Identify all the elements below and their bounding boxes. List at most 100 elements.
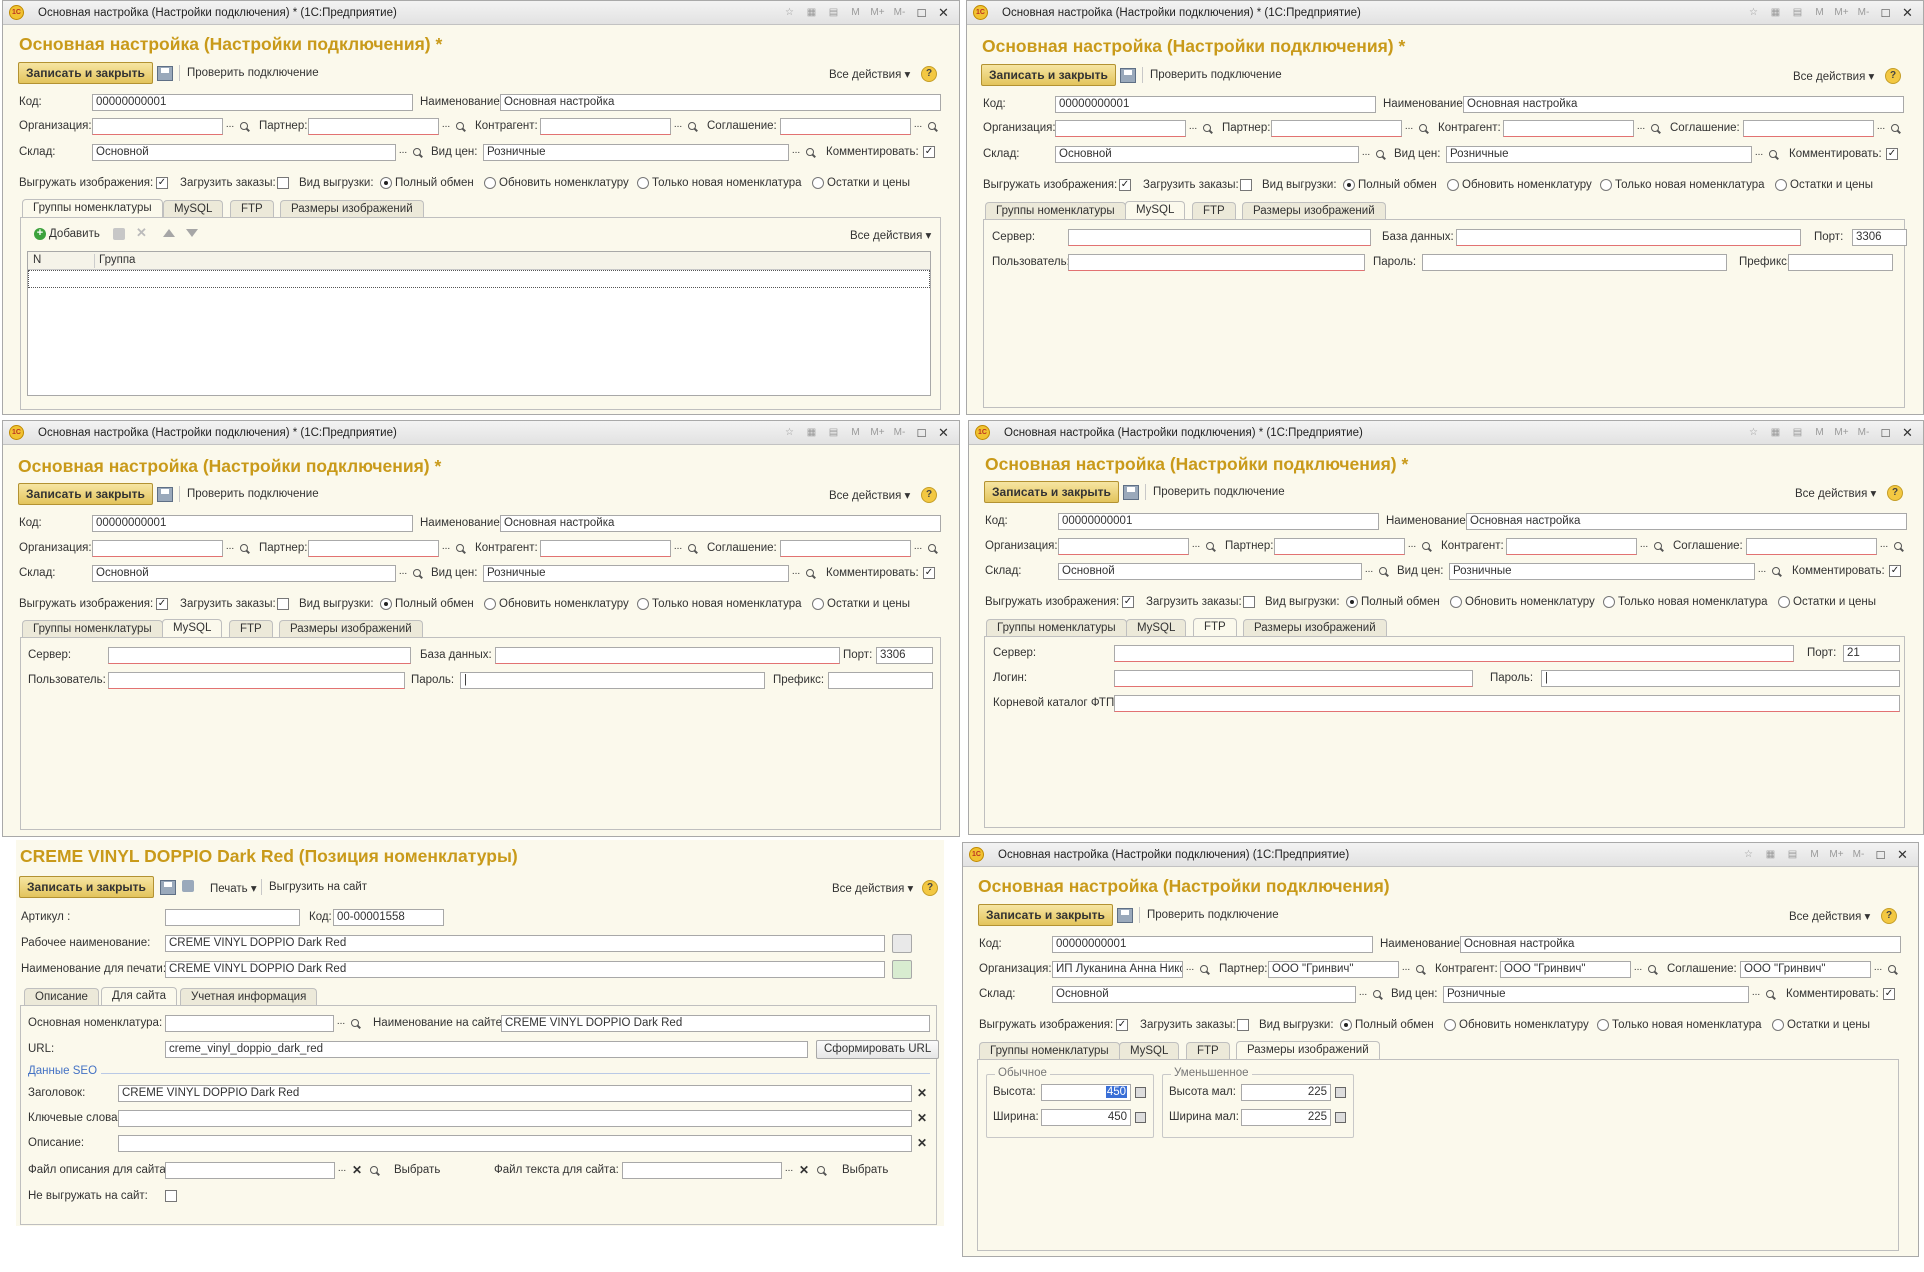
name-field[interactable]: Основная настройка <box>1460 936 1901 953</box>
org-field[interactable] <box>1058 538 1189 555</box>
counterparty-search-icon[interactable] <box>1647 964 1659 976</box>
memory-plus-button[interactable]: M+ <box>1832 427 1851 438</box>
radio-new-items[interactable] <box>1603 596 1615 608</box>
password-field[interactable]: | <box>1541 670 1900 687</box>
height-small-field[interactable]: 225 <box>1241 1084 1331 1101</box>
agreement-select-button[interactable]: ... <box>911 119 925 135</box>
radio-stock-prices[interactable] <box>812 177 824 189</box>
keywords-clear-icon[interactable]: ✕ <box>917 1111 927 1125</box>
partner-field[interactable] <box>1271 120 1402 137</box>
partner-field[interactable] <box>308 540 439 557</box>
height-calculator-icon[interactable] <box>1135 1087 1146 1098</box>
agreement-select-button[interactable]: ... <box>1874 121 1888 137</box>
load-orders-checkbox[interactable] <box>1240 179 1252 191</box>
close-icon[interactable]: ✕ <box>1893 847 1912 863</box>
memory-minus-button[interactable]: M- <box>890 7 909 18</box>
agreement-field[interactable] <box>1743 120 1874 137</box>
org-select-button[interactable]: ... <box>223 119 237 135</box>
radio-stock-prices[interactable] <box>1772 1019 1784 1031</box>
agreement-search-icon[interactable] <box>927 121 939 133</box>
radio-update-items[interactable] <box>484 598 496 610</box>
all-actions-button[interactable]: Все действия ▾ <box>829 67 910 81</box>
move-up-icon[interactable] <box>163 229 175 237</box>
save-icon[interactable] <box>1123 485 1139 500</box>
desc-file-search-icon[interactable] <box>369 1165 381 1177</box>
calendar-icon[interactable]: ▤ <box>1783 849 1802 860</box>
load-orders-checkbox[interactable] <box>277 177 289 189</box>
height-small-calculator-icon[interactable] <box>1335 1087 1346 1098</box>
tab-mysql[interactable]: MySQL <box>1126 619 1187 637</box>
tab-image-sizes[interactable]: Размеры изображений <box>280 200 424 218</box>
name-field[interactable]: Основная настройка <box>500 94 941 111</box>
tab-accounting-info[interactable]: Учетная информация <box>180 988 318 1006</box>
radio-full-exchange[interactable] <box>1346 596 1358 608</box>
export-images-checkbox[interactable]: ✓ <box>1116 1019 1128 1031</box>
tab-groups[interactable]: Группы номенклатуры <box>979 1042 1120 1060</box>
partner-field[interactable] <box>308 118 439 135</box>
warehouse-search-icon[interactable] <box>1375 149 1387 161</box>
table-row[interactable] <box>28 270 930 288</box>
price-type-select-button[interactable]: ... <box>789 566 803 582</box>
main-nomenclature-select-button[interactable]: ... <box>334 1016 348 1032</box>
name-field[interactable]: Основная настройка <box>1466 513 1907 530</box>
comment-checkbox[interactable]: ✓ <box>923 146 935 158</box>
calculator-icon[interactable]: ▦ <box>802 7 821 18</box>
price-type-search-icon[interactable] <box>1765 989 1777 1001</box>
desc-file-clear-icon[interactable]: ✕ <box>352 1163 362 1177</box>
save-close-button[interactable]: Записать и закрыть <box>978 904 1113 926</box>
password-field[interactable]: | <box>460 672 765 689</box>
add-button[interactable]: Добавить <box>49 228 100 240</box>
tab-groups[interactable]: Группы номенклатуры <box>986 619 1127 637</box>
server-field[interactable] <box>108 647 411 664</box>
text-file-search-icon[interactable] <box>816 1165 828 1177</box>
warehouse-select-button[interactable]: ... <box>396 566 410 582</box>
width-calculator-icon[interactable] <box>1135 1112 1146 1123</box>
org-field[interactable] <box>92 118 223 135</box>
tab-groups[interactable]: Группы номенклатуры <box>22 620 163 638</box>
memory-minus-button[interactable]: M- <box>1854 427 1873 438</box>
favorites-icon[interactable]: ☆ <box>1744 427 1763 438</box>
counterparty-search-icon[interactable] <box>1653 541 1665 553</box>
save-icon[interactable] <box>157 487 173 502</box>
export-images-checkbox[interactable]: ✓ <box>1119 179 1131 191</box>
export-images-checkbox[interactable]: ✓ <box>156 177 168 189</box>
favorites-icon[interactable]: ☆ <box>1739 849 1758 860</box>
groups-table[interactable]: N Группа <box>27 251 931 396</box>
counterparty-field[interactable] <box>540 118 671 135</box>
grid-all-actions-button[interactable]: Все действия ▾ <box>850 228 931 242</box>
radio-full-exchange[interactable] <box>380 598 392 610</box>
agreement-field[interactable] <box>780 118 911 135</box>
tab-ftp[interactable]: FTP <box>230 200 274 218</box>
tab-mysql[interactable]: MySQL <box>1119 1042 1180 1060</box>
warehouse-select-button[interactable]: ... <box>1359 147 1373 163</box>
warehouse-select-button[interactable]: ... <box>1362 564 1376 580</box>
calendar-icon[interactable]: ▤ <box>824 427 843 438</box>
calendar-icon[interactable]: ▤ <box>824 7 843 18</box>
check-connection-button[interactable]: Проверить подключение <box>187 67 319 79</box>
export-images-checkbox[interactable]: ✓ <box>156 598 168 610</box>
price-type-search-icon[interactable] <box>1768 149 1780 161</box>
save-close-button[interactable]: Записать и закрыть <box>981 64 1116 86</box>
login-field[interactable] <box>1114 670 1473 687</box>
tab-description[interactable]: Описание <box>24 988 99 1006</box>
maximize-icon[interactable]: □ <box>912 425 931 440</box>
memory-m-button[interactable]: M <box>846 427 865 438</box>
save-icon[interactable] <box>1120 68 1136 83</box>
memory-plus-button[interactable]: M+ <box>1827 849 1846 860</box>
org-field[interactable] <box>1055 120 1186 137</box>
export-images-checkbox[interactable]: ✓ <box>1122 596 1134 608</box>
description-clear-icon[interactable]: ✕ <box>917 1136 927 1150</box>
maximize-icon[interactable]: □ <box>1876 425 1895 440</box>
tab-groups[interactable]: Группы номенклатуры <box>22 199 163 218</box>
counterparty-field[interactable] <box>1503 120 1634 137</box>
memory-plus-button[interactable]: M+ <box>868 427 887 438</box>
radio-stock-prices[interactable] <box>812 598 824 610</box>
database-field[interactable] <box>1456 229 1801 246</box>
org-field[interactable] <box>92 540 223 557</box>
partner-select-button[interactable]: ... <box>439 541 453 557</box>
tab-image-sizes[interactable]: Размеры изображений <box>1236 1041 1380 1060</box>
partner-search-icon[interactable] <box>455 121 467 133</box>
agreement-search-icon[interactable] <box>1893 541 1905 553</box>
save-close-button[interactable]: Записать и закрыть <box>18 483 153 505</box>
counterparty-field[interactable]: ООО "Гринвич" <box>1500 961 1631 978</box>
